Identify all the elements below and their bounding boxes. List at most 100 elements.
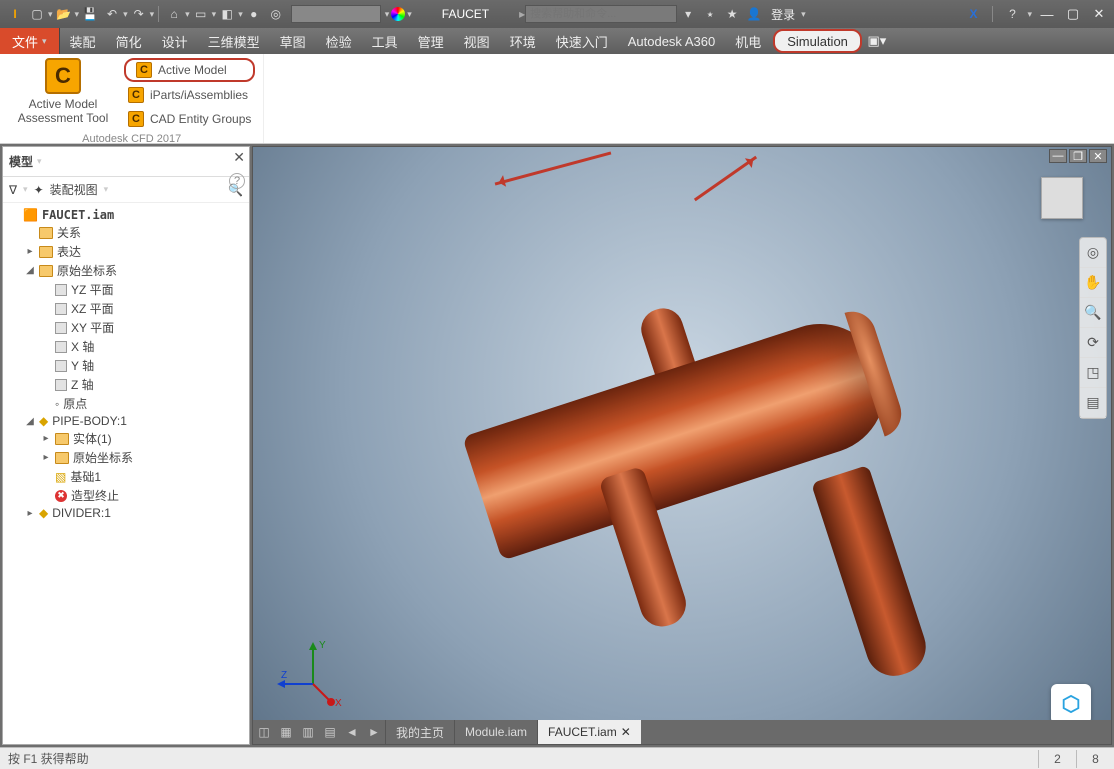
tree-node[interactable]: ▧基础1 xyxy=(7,467,245,486)
tile-icon[interactable]: ▦ xyxy=(275,723,297,741)
tree-node[interactable]: XY 平面 xyxy=(7,318,245,337)
appearance-icon[interactable]: ● xyxy=(245,5,263,23)
viewport[interactable]: — ❐ ✕ ◎ ✋ 🔍 ⟳ ◳ ▤ Y Z xyxy=(252,146,1112,745)
menu-assembly[interactable]: 装配 xyxy=(60,28,106,54)
panel-help-icon[interactable]: ? xyxy=(229,173,245,189)
material-icon[interactable]: ◧ xyxy=(218,5,236,23)
tree-node[interactable]: XZ 平面 xyxy=(7,299,245,318)
viewcube[interactable] xyxy=(1041,177,1083,219)
viewport-window-controls: — ❐ ✕ xyxy=(1049,149,1107,163)
chevron-down-icon[interactable]: ▾ xyxy=(37,156,42,167)
status-cell: 8 xyxy=(1076,750,1114,768)
help-icon[interactable]: ? xyxy=(1003,5,1021,23)
tree-node[interactable]: 关系 xyxy=(7,223,245,242)
tree-node[interactable]: ▸表达 xyxy=(7,242,245,261)
navigation-bar: ◎ ✋ 🔍 ⟳ ◳ ▤ xyxy=(1079,237,1107,419)
panel-close-icon[interactable]: ✕ xyxy=(233,149,245,166)
view-mode-label[interactable]: 装配视图 xyxy=(50,181,98,198)
tab-document[interactable]: FAUCET.iam✕ xyxy=(537,720,641,744)
filter-icon[interactable]: ∇ xyxy=(9,183,17,197)
tree-root[interactable]: 🟧FAUCET.iam xyxy=(7,207,245,223)
tree-node[interactable]: ▸◆DIVIDER:1 xyxy=(7,505,245,521)
cad-entity-groups-button[interactable]: C CAD Entity Groups xyxy=(124,108,255,130)
tree-node[interactable]: Z 轴 xyxy=(7,375,245,394)
tree-node[interactable]: X 轴 xyxy=(7,337,245,356)
bigbtn-label-l1: Active Model xyxy=(29,97,98,111)
vp-restore-button[interactable]: ❐ xyxy=(1069,149,1087,163)
menu-manage[interactable]: 管理 xyxy=(408,28,454,54)
vp-minimize-button[interactable]: — xyxy=(1049,149,1067,163)
globe-icon[interactable]: ◎ xyxy=(267,5,285,23)
menu-file[interactable]: 文件▾ xyxy=(0,28,60,54)
tree-node[interactable]: ▸实体(1) xyxy=(7,429,245,448)
minimize-button[interactable]: — xyxy=(1036,5,1058,23)
orbit-icon[interactable]: ⟳ xyxy=(1080,328,1106,358)
tree-node[interactable]: ▸原始坐标系 xyxy=(7,448,245,467)
steering-wheel-icon[interactable]: ◎ xyxy=(1080,238,1106,268)
iparts-button[interactable]: C iParts/iAssemblies xyxy=(124,84,255,106)
search-input[interactable] xyxy=(525,5,677,23)
tree-node[interactable]: ✖造型终止 xyxy=(7,486,245,505)
document-title: FAUCET xyxy=(442,7,489,21)
menu-getstart[interactable]: 快速入门 xyxy=(546,28,618,54)
lookat-icon[interactable]: ◳ xyxy=(1080,358,1106,388)
menu-a360[interactable]: Autodesk A360 xyxy=(618,28,725,54)
menu-simplify[interactable]: 简化 xyxy=(106,28,152,54)
tree-node[interactable]: ◢原始坐标系 xyxy=(7,261,245,280)
home-icon[interactable]: ⌂ xyxy=(165,5,183,23)
active-model-assessment-button[interactable]: C Active Model Assessment Tool xyxy=(8,58,118,130)
tree-node[interactable]: ◦原点 xyxy=(7,394,245,413)
part-icon: ◆ xyxy=(39,414,48,428)
menu-view[interactable]: 视图 xyxy=(454,28,500,54)
pan-icon[interactable]: ✋ xyxy=(1080,268,1106,298)
color-wheel-icon[interactable] xyxy=(391,7,405,21)
login-link[interactable]: 登录 xyxy=(771,6,795,23)
tree-node[interactable]: ◢◆PIPE-BODY:1 xyxy=(7,413,245,429)
next-tab-icon[interactable]: ► xyxy=(363,723,385,741)
menu-tools[interactable]: 工具 xyxy=(362,28,408,54)
prev-tab-icon[interactable]: ◄ xyxy=(341,723,363,741)
menu-env[interactable]: 环境 xyxy=(500,28,546,54)
assembly-view-icon[interactable]: ✦ xyxy=(34,183,44,197)
tab-home[interactable]: 我的主页 xyxy=(385,720,454,744)
menu-3dmodel[interactable]: 三维模型 xyxy=(198,28,270,54)
tree-node[interactable]: YZ 平面 xyxy=(7,280,245,299)
tile-icon[interactable]: ▤ xyxy=(319,723,341,741)
fullnav-icon[interactable]: ▤ xyxy=(1080,388,1106,418)
ribbon-row-label: CAD Entity Groups xyxy=(150,112,251,126)
tile-icon[interactable]: ◫ xyxy=(253,723,275,741)
close-icon[interactable]: ✕ xyxy=(621,725,631,739)
search-icon[interactable]: ▾ xyxy=(679,5,697,23)
menu-inspect[interactable]: 检验 xyxy=(316,28,362,54)
menu-sketch[interactable]: 草图 xyxy=(270,28,316,54)
open-icon[interactable]: 📂 xyxy=(55,5,73,23)
tree-node[interactable]: Y 轴 xyxy=(7,356,245,375)
maximize-button[interactable]: ▢ xyxy=(1062,5,1084,23)
menu-simulation[interactable]: Simulation xyxy=(773,29,862,53)
exchange-icon[interactable]: X xyxy=(964,5,982,23)
menu-electro[interactable]: 机电 xyxy=(725,28,771,54)
close-button[interactable]: ✕ xyxy=(1088,5,1110,23)
select-icon[interactable]: ▭ xyxy=(192,5,210,23)
pointer-icon[interactable]: ⭑ xyxy=(701,5,719,23)
share-button[interactable] xyxy=(1051,684,1091,724)
user-icon[interactable]: 👤 xyxy=(745,5,763,23)
menu-overflow[interactable]: ▣▾ xyxy=(864,28,890,54)
tab-document[interactable]: Module.iam xyxy=(454,720,537,744)
part-icon: ◆ xyxy=(39,506,48,520)
zoom-icon[interactable]: 🔍 xyxy=(1080,298,1106,328)
menu-design[interactable]: 设计 xyxy=(152,28,198,54)
menubar: 文件▾ 装配 简化 设计 三维模型 草图 检验 工具 管理 视图 环境 快速入门… xyxy=(0,28,1114,54)
new-icon[interactable]: ▢ xyxy=(28,5,46,23)
document-tabbar: ◫ ▦ ▥ ▤ ◄ ► 我的主页 Module.iam FAUCET.iam✕ xyxy=(253,720,1111,744)
vp-close-button[interactable]: ✕ xyxy=(1089,149,1107,163)
tile-icon[interactable]: ▥ xyxy=(297,723,319,741)
undo-icon[interactable]: ↶ xyxy=(103,5,121,23)
model-tree[interactable]: 🟧FAUCET.iam 关系 ▸表达 ◢原始坐标系 YZ 平面 XZ 平面 XY… xyxy=(3,203,249,744)
material-combo[interactable] xyxy=(291,5,381,23)
plane-icon xyxy=(55,322,67,334)
redo-icon[interactable]: ↷ xyxy=(130,5,148,23)
star-icon[interactable]: ★ xyxy=(723,5,741,23)
save-icon[interactable]: 💾 xyxy=(81,5,99,23)
active-model-button[interactable]: C Active Model xyxy=(124,58,255,82)
